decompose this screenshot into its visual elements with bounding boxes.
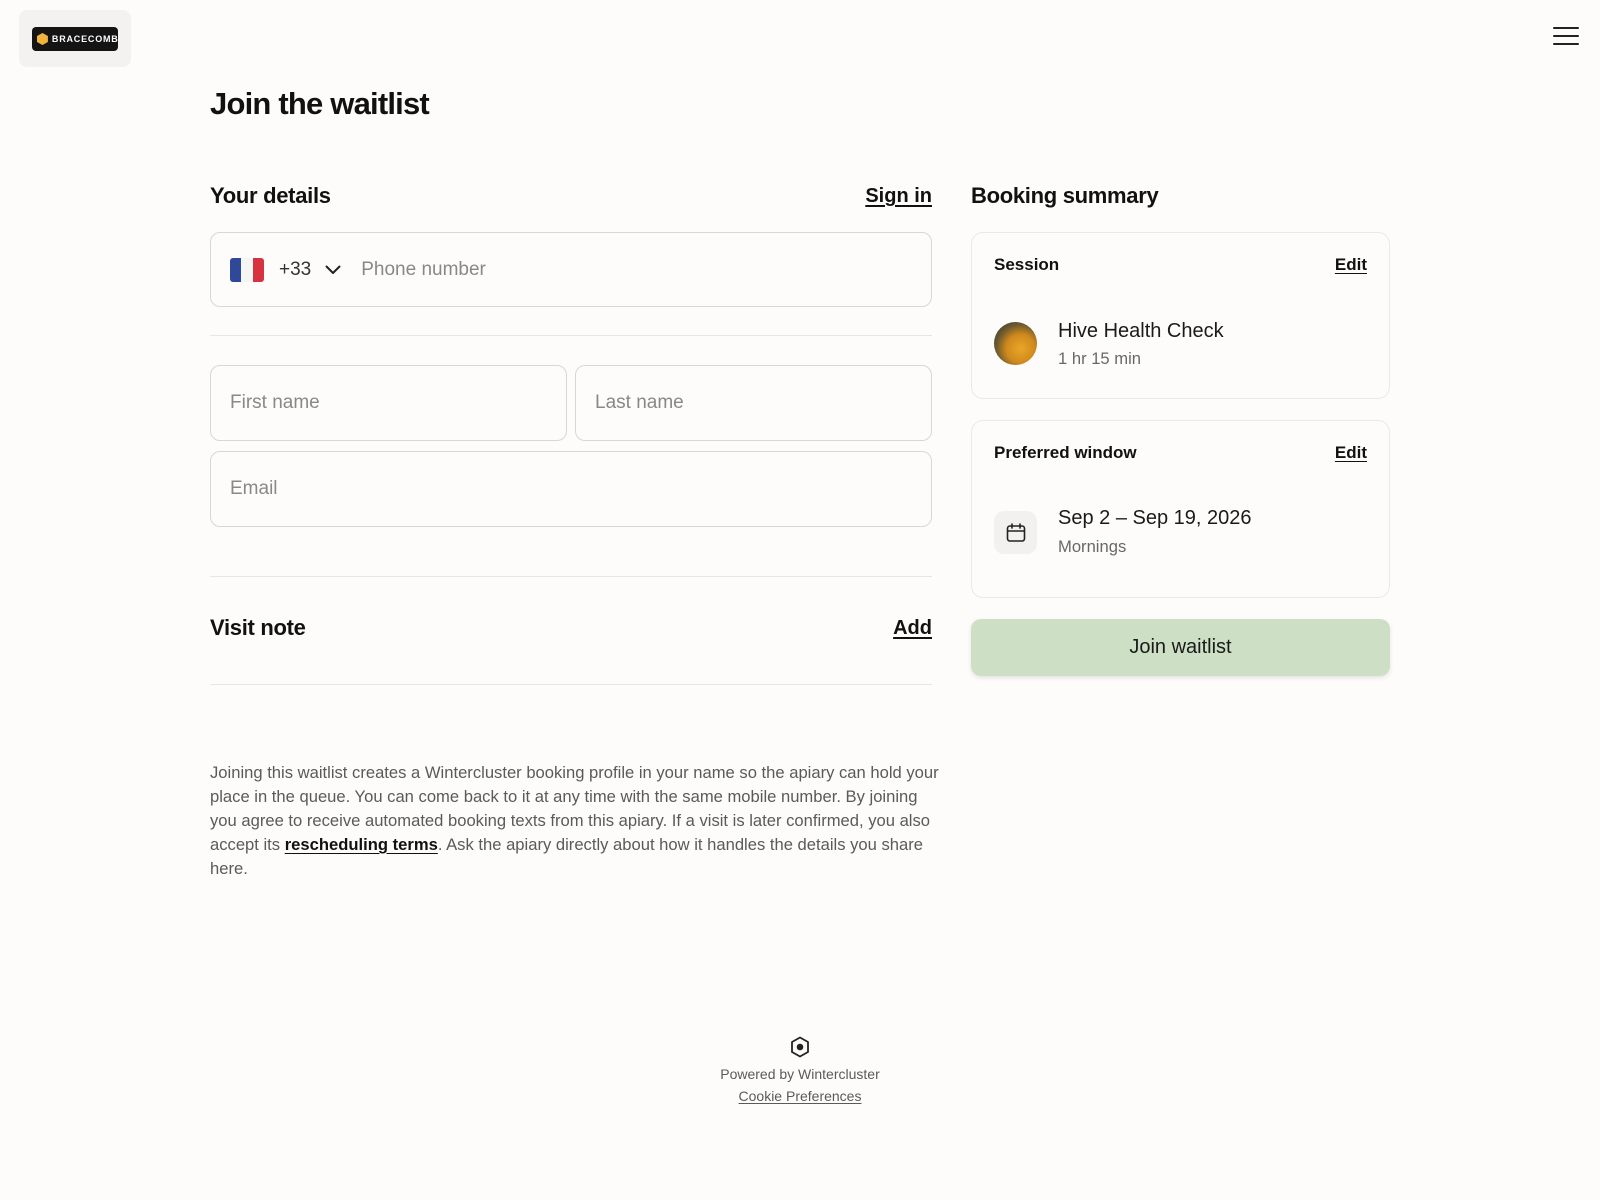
page-title: Join the waitlist: [210, 86, 430, 121]
hexagon-logo-icon: [791, 1036, 809, 1058]
cookie-preferences-link[interactable]: Cookie Preferences: [739, 1088, 862, 1104]
hamburger-menu-icon[interactable]: [1552, 24, 1580, 48]
brand-logo-badge: BRACECOMB: [32, 26, 118, 51]
visit-note-heading: Visit note: [210, 615, 306, 640]
add-visit-note-link[interactable]: Add: [893, 617, 932, 640]
france-flag-icon[interactable]: [230, 257, 264, 282]
last-name-input[interactable]: [595, 392, 931, 414]
session-card-title: Session: [994, 255, 1060, 274]
last-name-field: [575, 365, 932, 441]
powered-by-text: Powered by Wintercluster: [720, 1066, 880, 1082]
session-card: Session Edit Hive Health Check 1 hr 15 m…: [971, 232, 1390, 399]
session-duration: 1 hr 15 min: [1058, 349, 1142, 368]
divider: [210, 576, 932, 577]
edit-session-link[interactable]: Edit: [1335, 255, 1367, 275]
join-waitlist-button[interactable]: Join waitlist: [971, 619, 1390, 676]
window-dates: Sep 2 – Sep 19, 2026: [1058, 507, 1252, 529]
session-name: Hive Health Check: [1058, 320, 1224, 342]
menu-line: [1553, 43, 1579, 45]
rescheduling-terms-link[interactable]: rescheduling terms: [285, 835, 438, 854]
dial-code[interactable]: +33: [279, 259, 311, 281]
calendar-glyph: [1006, 522, 1025, 542]
chevron-down-icon[interactable]: [325, 265, 341, 275]
booking-summary-heading: Booking summary: [971, 183, 1159, 208]
sign-in-link[interactable]: Sign in: [865, 185, 932, 208]
email-field: [210, 451, 932, 527]
preferred-window-title: Preferred window: [994, 443, 1137, 462]
email-input[interactable]: [230, 478, 931, 500]
first-name-input[interactable]: [230, 392, 566, 414]
menu-line: [1553, 35, 1579, 37]
divider: [210, 684, 932, 685]
brand-logo[interactable]: BRACECOMB: [19, 10, 131, 67]
preferred-window-card: Preferred window Edit Sep 2 – Sep 19, 20…: [971, 420, 1390, 598]
cookie-preferences-link-wrap: Cookie Preferences: [600, 1088, 1000, 1104]
edit-window-link[interactable]: Edit: [1335, 443, 1367, 463]
menu-line: [1553, 27, 1579, 29]
legal-notice: Joining this waitlist creates a Wintercl…: [210, 761, 940, 881]
phone-field: +33: [210, 232, 932, 307]
hexagon-icon: [37, 32, 48, 45]
brand-name: BRACECOMB: [51, 33, 118, 44]
divider: [210, 335, 932, 336]
calendar-icon: [994, 511, 1037, 554]
window-time-of-day: Mornings: [1058, 537, 1127, 556]
first-name-field: [210, 365, 567, 441]
phone-input[interactable]: [361, 258, 931, 281]
your-details-heading: Your details: [210, 183, 331, 208]
session-thumbnail: [994, 322, 1037, 365]
